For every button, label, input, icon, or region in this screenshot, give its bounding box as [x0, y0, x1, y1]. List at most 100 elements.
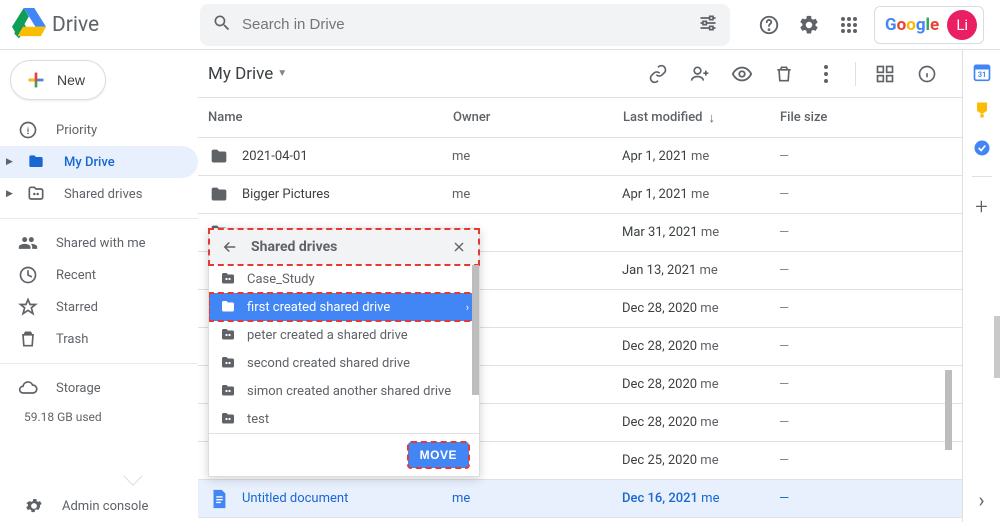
preview-icon[interactable]	[725, 57, 759, 91]
search-bar[interactable]	[200, 4, 730, 46]
drive-logo-icon	[12, 8, 46, 42]
column-modified[interactable]: Last modified↓	[623, 110, 780, 126]
side-panel: 31 + ›	[962, 50, 1000, 522]
chevron-right-icon: ▶	[6, 157, 14, 167]
popover-item[interactable]: first created shared drive ›	[209, 293, 479, 321]
file-size: —	[779, 415, 879, 430]
file-modified: Dec 28, 2020 me	[622, 415, 779, 430]
file-modified: Dec 25, 2020 me	[622, 453, 779, 468]
google-account-chip[interactable]: Google Li	[874, 6, 984, 44]
column-owner[interactable]: Owner	[453, 110, 623, 125]
file-modified: Dec 28, 2020 me	[622, 301, 779, 316]
file-modified: Mar 31, 2021 me	[622, 225, 779, 240]
column-size[interactable]: File size	[780, 110, 880, 125]
sidebar-item-label: Starred	[56, 300, 98, 315]
popover-item-label: first created shared drive	[247, 300, 390, 315]
sidebar: New Priority ▶ My Drive ▶ Shared drives …	[0, 50, 198, 522]
move-button[interactable]: MOVE	[408, 442, 469, 468]
sort-down-icon: ↓	[709, 110, 716, 126]
search-icon	[212, 13, 232, 37]
storage-used-text: 59.18 GB used	[0, 410, 198, 424]
file-modified: Dec 28, 2020 me	[622, 377, 779, 392]
folder-icon	[208, 184, 230, 206]
add-people-icon[interactable]	[683, 57, 717, 91]
popover-item[interactable]: Case_Study	[209, 265, 479, 293]
get-link-icon[interactable]	[641, 57, 675, 91]
shared-drive-icon	[219, 410, 237, 428]
keep-icon[interactable]	[972, 100, 992, 120]
breadcrumb[interactable]: My Drive ▼	[208, 64, 287, 84]
file-modified: Dec 16, 2021 me	[622, 491, 779, 506]
scrollbar-track-main[interactable]	[945, 370, 952, 450]
new-button[interactable]: New	[10, 60, 106, 100]
popover-item[interactable]: test	[209, 405, 479, 433]
popover-footer: MOVE	[209, 433, 479, 476]
sidebar-item-label: Recent	[56, 268, 96, 283]
sidebar-item-my-drive[interactable]: ▶ My Drive	[0, 146, 198, 178]
popover-item-label: Case_Study	[247, 272, 315, 287]
details-icon[interactable]	[910, 57, 944, 91]
sidebar-item-storage[interactable]: Storage	[0, 372, 198, 404]
add-addon-icon[interactable]: +	[975, 195, 987, 220]
popover-item[interactable]: simon created another shared drive	[209, 377, 479, 405]
file-owner: me	[452, 491, 622, 506]
table-row[interactable]: 2021-04-01meApr 1, 2021 me—	[198, 138, 962, 176]
help-icon[interactable]	[750, 6, 788, 44]
table-row[interactable]: Bigger PicturesmeApr 1, 2021 me—	[198, 176, 962, 214]
file-size: —	[779, 491, 879, 506]
file-name: Untitled document	[242, 491, 452, 506]
sidebar-item-admin-console[interactable]: Admin console	[0, 496, 148, 516]
table-row[interactable]: Untitled documentmeDec 16, 2021 me—	[198, 480, 962, 518]
gear-icon[interactable]	[790, 6, 828, 44]
back-icon[interactable]	[217, 234, 243, 260]
file-owner: me	[452, 187, 622, 202]
sidebar-item-priority[interactable]: Priority	[0, 114, 198, 146]
file-name: 2021-04-01	[242, 149, 452, 164]
layout-grid-icon[interactable]	[868, 57, 902, 91]
popover-title: Shared drives	[251, 239, 439, 255]
popover-item[interactable]: peter created a shared drive	[209, 321, 479, 349]
sidebar-item-label: Trash	[56, 332, 88, 347]
popover-item[interactable]: second created shared drive	[209, 349, 479, 377]
new-button-label: New	[57, 72, 85, 88]
tasks-icon[interactable]	[972, 138, 992, 158]
column-name[interactable]: Name	[208, 110, 453, 125]
more-actions-icon[interactable]	[809, 57, 843, 91]
app-title: Drive	[52, 13, 99, 37]
avatar[interactable]: Li	[947, 10, 977, 40]
search-input[interactable]	[232, 16, 698, 33]
file-size: —	[779, 187, 879, 202]
folder-icon	[208, 146, 230, 168]
close-icon[interactable]	[447, 235, 471, 259]
file-modified: Dec 28, 2020 me	[622, 339, 779, 354]
doc-icon	[208, 488, 230, 510]
sidebar-item-label: Storage	[56, 381, 101, 396]
shared-drive-icon	[219, 354, 237, 372]
file-modified: Jan 13, 2021 me	[622, 263, 779, 278]
chevron-right-icon[interactable]: ›	[978, 488, 984, 512]
chevron-right-icon: ›	[466, 301, 469, 314]
sidebar-item-shared-with-me[interactable]: Shared with me	[0, 227, 198, 259]
search-tune-icon[interactable]	[698, 13, 718, 37]
header-actions: Google Li	[750, 6, 984, 44]
apps-grid-icon[interactable]	[830, 6, 868, 44]
chevron-down-icon: ▼	[277, 68, 287, 79]
shared-drive-icon	[219, 298, 237, 316]
scrollbar-window[interactable]	[994, 316, 1000, 378]
sidebar-item-trash[interactable]: Trash	[0, 323, 198, 355]
sidebar-item-starred[interactable]: Starred	[0, 291, 198, 323]
delete-icon[interactable]	[767, 57, 801, 91]
file-name: Bigger Pictures	[242, 187, 452, 202]
shared-drive-icon	[219, 326, 237, 344]
sidebar-item-shared-drives[interactable]: ▶ Shared drives	[0, 178, 198, 210]
file-size: —	[779, 339, 879, 354]
sidebar-item-recent[interactable]: Recent	[0, 259, 198, 291]
file-list-header: Name Owner Last modified↓ File size	[198, 98, 962, 138]
calendar-icon[interactable]: 31	[972, 62, 992, 82]
logo-section[interactable]: Drive	[12, 8, 200, 42]
sidebar-item-label: Shared with me	[56, 236, 146, 251]
popover-header: Shared drives	[209, 229, 479, 265]
app-header: Drive Google Li	[0, 0, 1000, 50]
scrollbar-popover[interactable]	[472, 265, 479, 395]
google-logo-text: Google	[885, 15, 939, 35]
